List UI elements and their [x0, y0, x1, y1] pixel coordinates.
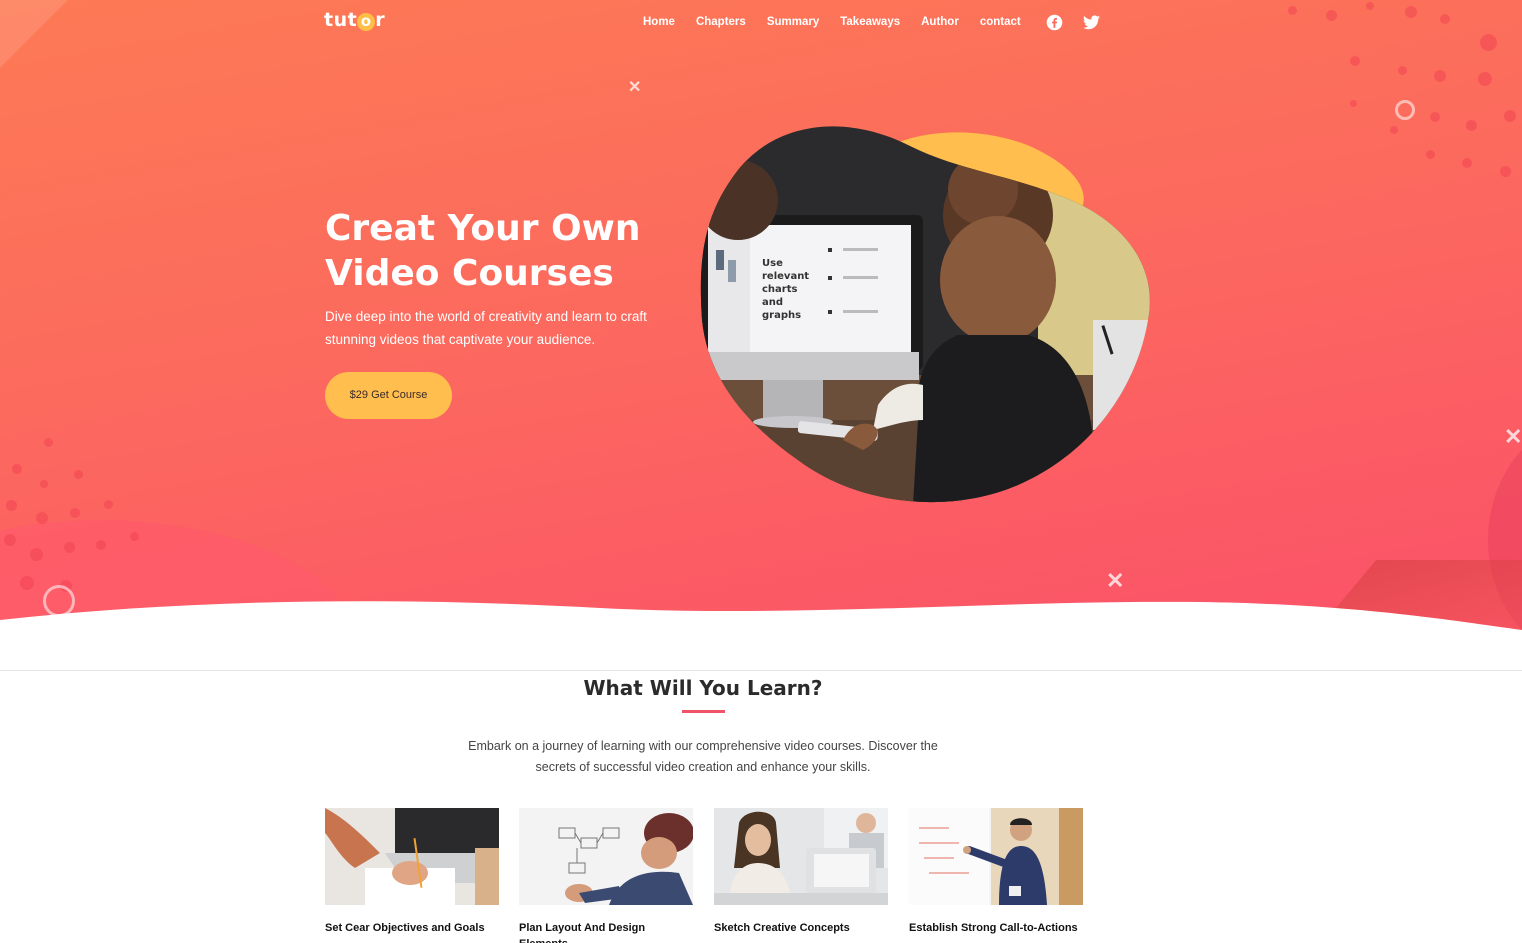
corner-decoration: [0, 0, 73, 73]
screen-text: graphs: [762, 310, 801, 321]
card-title: Set Cear Objectives and Goals: [325, 922, 485, 934]
card-title: Sketch Creative Concepts: [714, 922, 850, 934]
nav-takeaways[interactable]: Takeaways: [840, 16, 900, 28]
screen-text: Use: [762, 258, 783, 269]
section-divider: [0, 670, 1522, 671]
course-card[interactable]: Plan Layout And Design Elements: [519, 808, 694, 943]
hero-subtitle: Dive deep into the world of creativity a…: [325, 309, 647, 347]
main-nav: Home Chapters Summary Takeaways Author c…: [643, 14, 1120, 30]
cross-decoration: ✕: [628, 79, 642, 96]
get-course-button[interactable]: $29 Get Course: [325, 372, 452, 419]
screen-text: relevant: [762, 271, 809, 282]
logo-text: tut: [324, 9, 358, 31]
screen-text: charts: [762, 284, 798, 295]
hero-wave: [0, 601, 1522, 640]
facebook-icon[interactable]: [1046, 14, 1063, 31]
card-image: [519, 808, 694, 905]
learn-description: Embark on a journey of learning with our…: [468, 739, 938, 774]
cross-decoration: ✕: [1504, 424, 1522, 449]
logo-o: o: [357, 13, 376, 31]
card-image: [909, 808, 1083, 905]
card-image: [325, 808, 499, 905]
title-underline: [682, 710, 725, 713]
screen-text: and: [762, 297, 783, 308]
nav-chapters[interactable]: Chapters: [696, 16, 746, 28]
hero-title-line-2: Video Courses: [325, 253, 614, 294]
twitter-icon[interactable]: [1082, 14, 1100, 30]
course-card[interactable]: Sketch Creative Concepts: [714, 808, 888, 936]
card-title: Plan Layout And Design Elements: [519, 922, 646, 943]
hero-title-line-1: Creat Your Own: [325, 208, 641, 249]
hero-title: Creat Your Own Video Courses: [325, 206, 685, 296]
card-title: Establish Strong Call-to-Actions: [909, 922, 1078, 934]
nav-summary[interactable]: Summary: [767, 16, 819, 28]
learn-title: What Will You Learn?: [583, 676, 823, 700]
nav-home[interactable]: Home: [643, 16, 675, 28]
hero-image: Use relevant charts and graphs: [700, 126, 1150, 503]
social-links: [1046, 14, 1120, 31]
cross-decoration: ✕: [1106, 568, 1125, 593]
card-image: [714, 808, 888, 905]
course-card[interactable]: Set Cear Objectives and Goals: [325, 808, 499, 936]
logo[interactable]: tut o r: [324, 9, 385, 31]
nav-author[interactable]: Author: [921, 16, 959, 28]
hero-section: ✕ ✕ ✕ tut o r Home Chapters Summary Takeaw…: [0, 0, 1522, 640]
logo-text: r: [375, 9, 386, 31]
course-card[interactable]: Establish Strong Call-to-Actions: [909, 808, 1083, 936]
ring-decoration: [1395, 100, 1415, 120]
ring-decoration: [43, 585, 75, 617]
nav-contact[interactable]: contact: [980, 16, 1021, 28]
